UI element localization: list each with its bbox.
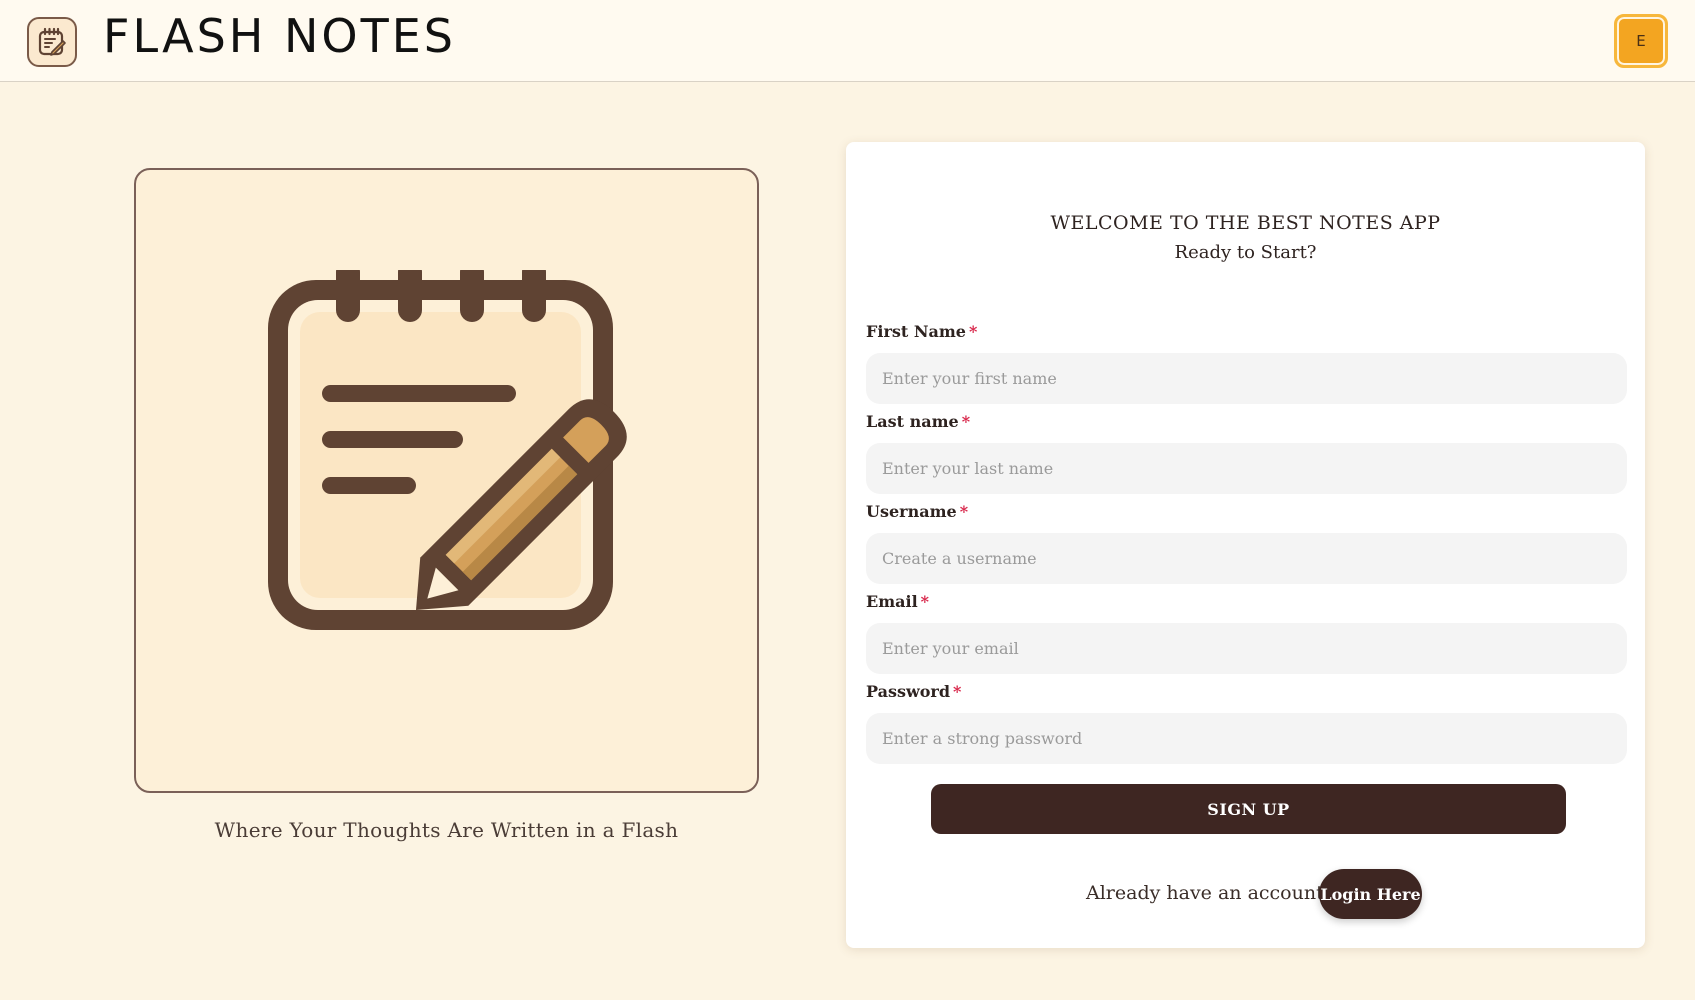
email-label: Email *: [866, 592, 930, 611]
hero-illustration-card: [134, 168, 759, 793]
last-name-input[interactable]: [866, 443, 1627, 494]
required-marker: *: [920, 592, 930, 611]
spiral-ring: [398, 270, 422, 322]
first-name-input[interactable]: [866, 353, 1627, 404]
note-line: [322, 385, 516, 402]
required-marker: *: [953, 682, 962, 701]
already-account-text: Already have an account?: [1086, 882, 1334, 904]
email-input[interactable]: [866, 623, 1627, 674]
notepad-pencil-icon: [268, 270, 627, 630]
required-marker: *: [968, 322, 978, 341]
username-label: Username *: [866, 502, 969, 521]
required-marker: *: [961, 412, 971, 431]
top-header: FLASH NOTES E: [0, 0, 1695, 82]
welcome-heading: WELCOME TO THE BEST NOTES APP: [1050, 212, 1441, 234]
signup-form-card: WELCOME TO THE BEST NOTES APP Ready to S…: [846, 142, 1645, 948]
password-input[interactable]: [866, 713, 1627, 764]
spiral-ring: [522, 270, 546, 322]
login-here-button[interactable]: Login Here: [1319, 869, 1422, 919]
spiral-ring: [336, 270, 360, 322]
note-line: [322, 431, 463, 448]
welcome-subtitle: Ready to Start?: [1174, 242, 1317, 263]
signup-button[interactable]: SIGN UP: [931, 784, 1566, 834]
password-label: Password *: [866, 682, 962, 701]
required-marker: *: [959, 502, 969, 521]
username-input[interactable]: [866, 533, 1627, 584]
spiral-ring: [460, 270, 484, 322]
app-title: FLASH NOTES: [103, 9, 457, 63]
app-logo-icon[interactable]: [27, 17, 77, 67]
note-line: [322, 477, 416, 494]
first-name-label: First Name *: [866, 322, 978, 341]
user-avatar[interactable]: E: [1614, 14, 1668, 68]
hero-tagline: Where Your Thoughts Are Written in a Fla…: [214, 818, 679, 842]
last-name-label: Last name *: [866, 412, 971, 431]
